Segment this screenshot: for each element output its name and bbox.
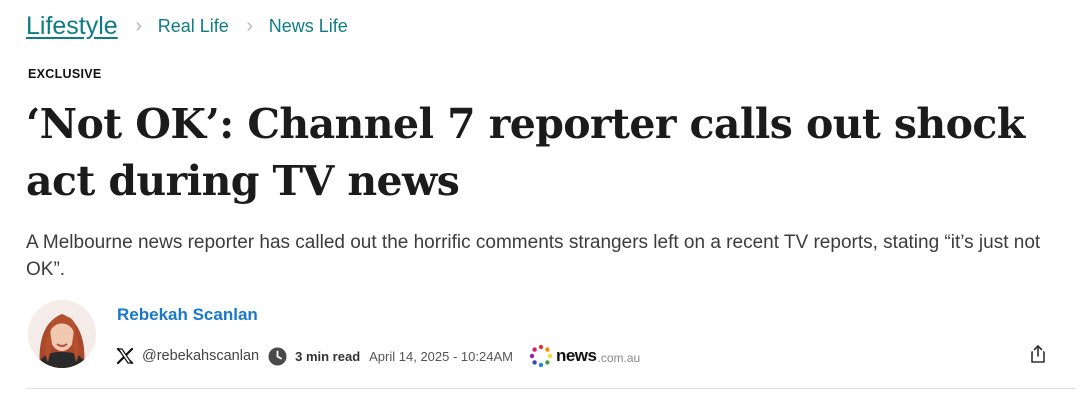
share-icon[interactable] <box>1028 344 1048 364</box>
logo-news-text: news <box>555 346 597 365</box>
breadcrumb-news-life-link[interactable]: News Life <box>269 16 348 37</box>
article-standfirst: A Melbourne news reporter has called out… <box>26 232 1041 280</box>
breadcrumb-separator: › <box>246 14 254 37</box>
breadcrumb: Lifestyle › Real Life › News Life <box>26 10 348 42</box>
article-headline: ‘Not OK’: Channel 7 reporter calls out s… <box>26 100 1025 205</box>
author-handle-link[interactable]: @rebekahscanlan <box>142 348 259 364</box>
divider <box>26 388 1076 389</box>
breadcrumb-separator: › <box>135 14 143 37</box>
breadcrumb-lifestyle-link[interactable]: Lifestyle <box>26 12 118 41</box>
x-icon[interactable] <box>116 347 134 365</box>
exclusive-tag: EXCLUSIVE <box>28 67 102 81</box>
news-com-au-logo[interactable]: news .com.au <box>529 344 640 368</box>
author-avatar[interactable] <box>28 300 96 368</box>
news-logo-dots-icon <box>529 344 553 368</box>
clock-icon <box>268 347 287 366</box>
publish-date: April 14, 2025 - 10:24AM <box>369 348 513 364</box>
read-time: 3 min read <box>295 348 361 364</box>
logo-domain-text: .com.au <box>597 350 641 365</box>
breadcrumb-real-life-link[interactable]: Real Life <box>158 16 229 37</box>
byline-meta: @rebekahscanlan 3 min read April 14, 202… <box>116 344 640 368</box>
author-name-link[interactable]: Rebekah Scanlan <box>117 305 258 325</box>
